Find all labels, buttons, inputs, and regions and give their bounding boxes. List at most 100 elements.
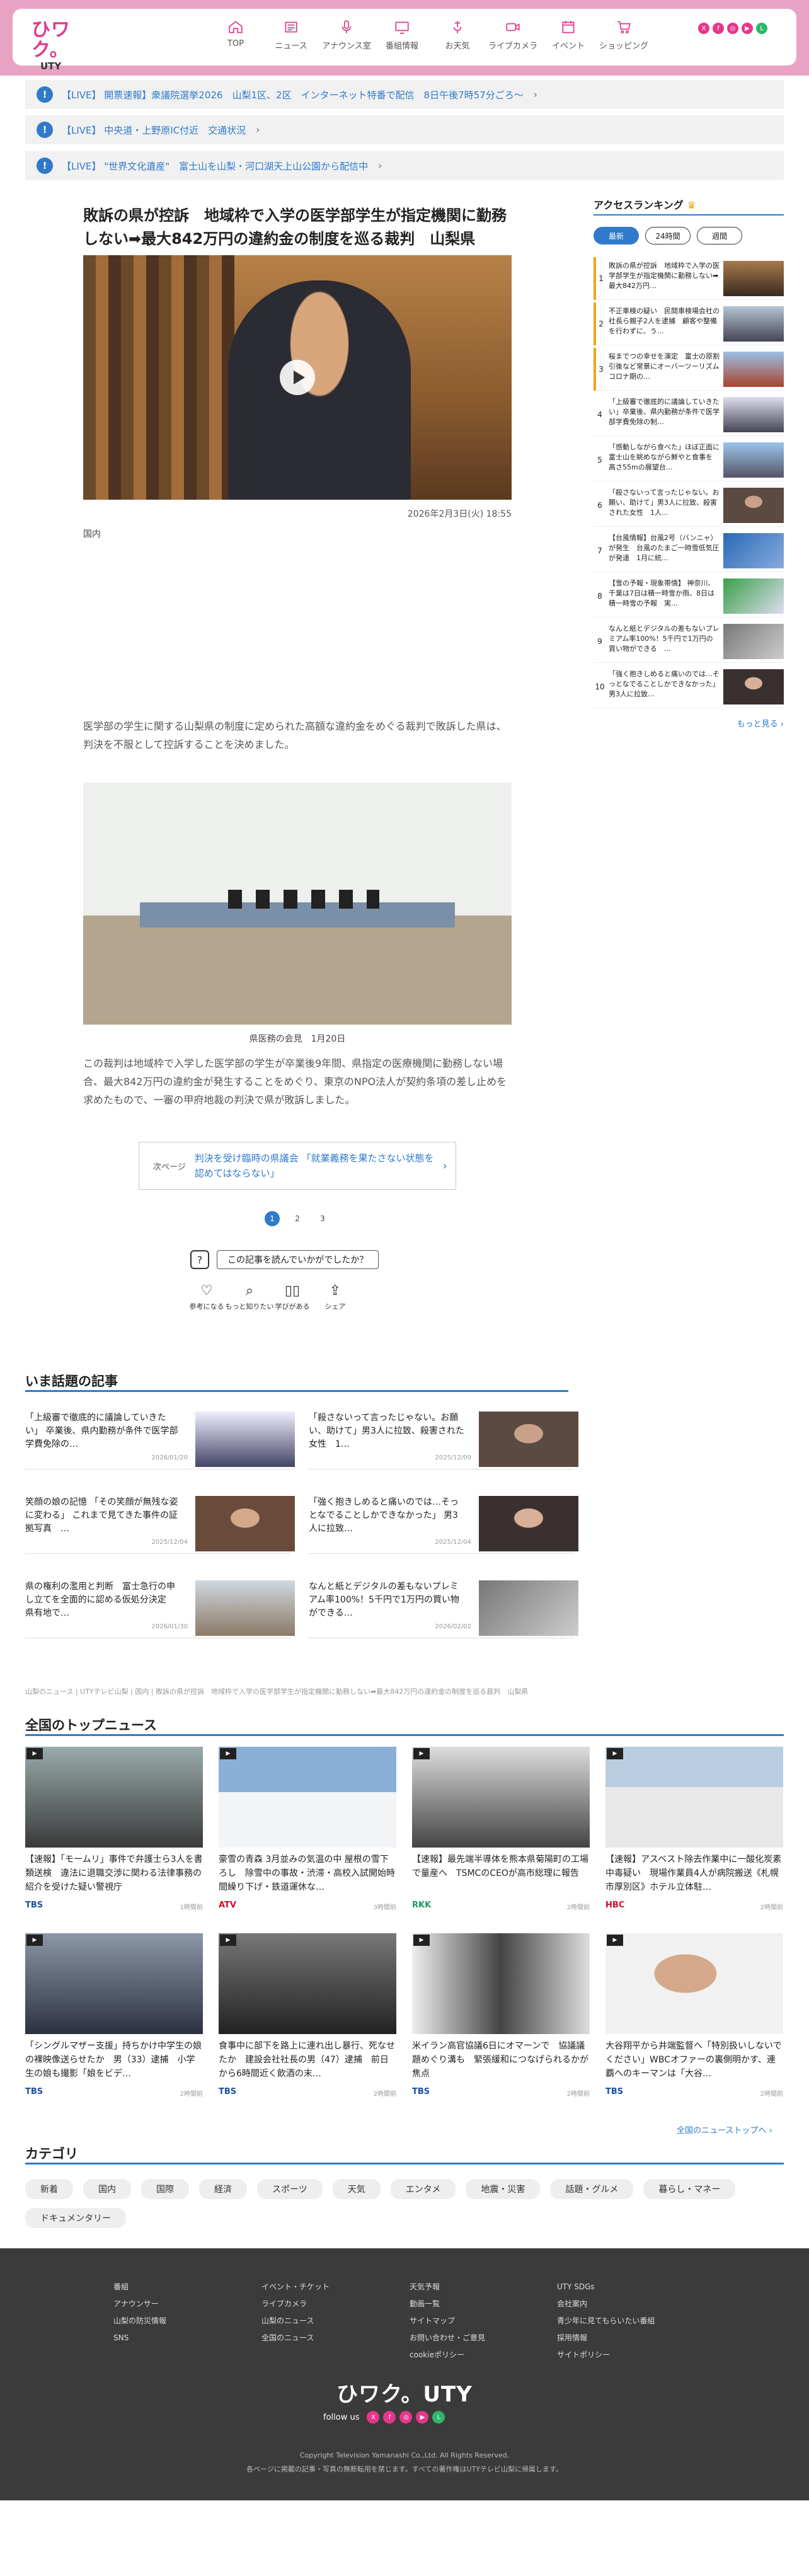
news-card[interactable]: ▶ 豪雪の青森 3月並みの気温の中 屋根の雪下ろし 除雪中の事故・渋滞・高校入試… <box>219 1747 396 1922</box>
instagram-icon[interactable]: ◎ <box>399 2411 413 2424</box>
article-category[interactable]: 国内 <box>83 527 101 540</box>
live-alert-2[interactable]: ! 【LIVE】 中央道・上野原IC付近 交通状況 › <box>25 115 784 144</box>
reaction-more[interactable]: ⌕ もっと知りたい <box>226 1283 274 1311</box>
footer-link[interactable]: 動画一覧 <box>410 2296 485 2313</box>
national-more-link[interactable]: 全国のニューストップへ › <box>677 2124 772 2136</box>
live-alert-3[interactable]: ! 【LIVE】 "世界文化遺産" 富士山を山梨・河口湖天上山公園から配信中 › <box>25 151 784 180</box>
instagram-icon[interactable]: ◎ <box>727 23 738 34</box>
trending-item[interactable]: 笑顔の娘の記憶 「その笑顔が無残な姿に変わる」 これまで見てきた事件の証拠写真 … <box>25 1491 295 1554</box>
ranking-item[interactable]: 6 「殺さないって言ったじゃない。お願い、助けて」男3人に拉致、殺害された女性 1… <box>594 484 784 527</box>
ranking-thumb <box>723 488 784 523</box>
footer-logo[interactable]: ひワク。UTY <box>334 2377 475 2407</box>
footer-link[interactable]: 山梨の防災情報 <box>113 2313 166 2330</box>
nav-weather[interactable]: お天気 <box>430 19 485 55</box>
page-2[interactable]: 2 <box>290 1211 305 1226</box>
footer-link[interactable]: 会社案内 <box>557 2296 655 2313</box>
x-icon[interactable]: X <box>698 23 709 34</box>
ranking-item[interactable]: 2 不正車検の疑い 民間車検場会社の社長ら親子2人を逮捕 顧客や整備を行わずに、う… <box>594 302 784 345</box>
news-card[interactable]: ▶ 米イラン高官協議6日にオマーンで 協議議題めぐり溝も 緊張緩和につなげられる… <box>412 1933 590 2108</box>
footer-link[interactable]: 山梨のニュース <box>261 2313 330 2330</box>
trending-item[interactable]: 「殺さないって言ったじゃない。お願い、助けて」男3人に拉致、殺害された女性 1…… <box>309 1406 578 1469</box>
category-chip[interactable]: スポーツ <box>257 2179 323 2199</box>
nav-events[interactable]: イベント <box>541 19 596 55</box>
category-chip[interactable]: 経済 <box>199 2179 247 2199</box>
play-icon[interactable] <box>280 360 315 395</box>
tab-latest[interactable]: 最新 <box>594 227 639 244</box>
news-card[interactable]: ▶ 大谷翔平から井端監督へ「特別扱いしないでください」WBCオファーの裏側明かす… <box>605 1933 783 2108</box>
next-page-link[interactable]: 次ページ 判決を受け臨時の県議会 「就業義務を果たさない状態を認めてはならない」… <box>139 1142 456 1190</box>
ranking-item[interactable]: 1 敗訴の県が控訴 地域枠で入学の医学部学生が指定機関に勤務しない➡最大842万円… <box>594 257 784 300</box>
footer-link[interactable]: 全国のニュース <box>261 2330 330 2347</box>
category-chip[interactable]: 新着 <box>25 2179 73 2199</box>
footer-link[interactable]: 採用情報 <box>557 2330 655 2347</box>
category-chip[interactable]: 地震・災害 <box>466 2179 541 2199</box>
footer-link[interactable]: お問い合わせ・ご意見 <box>410 2330 485 2347</box>
ranking-item[interactable]: 8 【雪の予報・現象帯情】 神奈川、千葉は7日は積一時雪か雨、8日は積一時雪の予報… <box>594 575 784 618</box>
nav-livecam[interactable]: ライブカメラ <box>485 19 541 55</box>
site-logo[interactable]: ひワク。 UTY <box>32 20 82 72</box>
ranking-item[interactable]: 4 「上級審で徹底的に議論していきたい」卒業後、県内勤務が条件で医学部学費免除の制… <box>594 393 784 436</box>
category-chip[interactable]: 国内 <box>83 2179 131 2199</box>
ranking-thumb <box>723 352 784 387</box>
footer-link[interactable]: アナウンサー <box>113 2296 166 2313</box>
trending-item[interactable]: なんと紙とデジタルの差もないプレミアム率100%！5千円で1万円の買い物ができる… <box>309 1575 578 1638</box>
footer-link[interactable]: イベント・チケット <box>261 2279 330 2296</box>
ranking-title-text: アクセスランキング <box>594 199 684 211</box>
video-icon: ▶ <box>26 1935 43 1946</box>
ranking-item[interactable]: 9 なんと紙とデジタルの差もないプレミアム率100%！5千円で1万円の買い物ができ… <box>594 620 784 663</box>
reaction-share[interactable]: ⇪ シェア <box>319 1283 352 1311</box>
trending-item[interactable]: 「強く抱きしめると痛いのでは…そっとなでることしかできなかった」 男3人に拉致…… <box>309 1491 578 1554</box>
facebook-icon[interactable]: f <box>383 2411 396 2424</box>
ranking-underline <box>594 214 784 216</box>
footer-link[interactable]: 番組 <box>113 2279 166 2296</box>
reaction-helpful[interactable]: ♡ 参考になる <box>190 1283 224 1311</box>
footer-link[interactable]: UTY SDGs <box>557 2279 655 2296</box>
news-card[interactable]: ▶ 【速報】アスベスト除去作業中に一酸化炭素中毒疑い 現場作業員4人が病院搬送《… <box>605 1747 783 1922</box>
nav-programs[interactable]: 番組情報 <box>374 19 430 55</box>
tab-24h[interactable]: 24時間 <box>645 227 691 244</box>
live-alert-1[interactable]: ! 【LIVE】 開票速報】衆議院選挙2026 山梨1区、2区 インターネット特… <box>25 80 784 109</box>
trending-item[interactable]: 県の権利の濫用と判断 富士急行の申し立てを全面的に認める仮処分決定 県有地で… … <box>25 1575 295 1638</box>
footer-link[interactable]: SNS <box>113 2330 166 2347</box>
tab-weekly[interactable]: 週間 <box>697 227 742 244</box>
facebook-icon[interactable]: f <box>713 23 724 34</box>
line-icon[interactable]: L <box>432 2411 445 2424</box>
category-chip[interactable]: エンタメ <box>390 2179 456 2199</box>
article-video[interactable] <box>83 255 512 500</box>
youtube-icon[interactable]: ▶ <box>416 2411 429 2424</box>
ranking-item[interactable]: 3 桜までつの幸せを演定 富士の原割引後など常景にオーバーツーリズム コロナ期の… <box>594 348 784 391</box>
nav-news[interactable]: ニュース <box>263 19 319 55</box>
news-card[interactable]: ▶ 【速報】最先端半導体を熊本県菊陽町の工場で量産へ TSMCのCEOが高市総理… <box>412 1747 590 1922</box>
footer-link[interactable]: 青少年に見てもらいたい番組 <box>557 2313 655 2330</box>
ranking-item[interactable]: 7 【台風情報】台風2号（バンニャ）が発生 台風のたまご一時雪低気圧が発達 1月に… <box>594 529 784 572</box>
footer-link[interactable]: サイトマップ <box>410 2313 485 2330</box>
line-icon[interactable]: L <box>756 23 767 34</box>
ranking-more-link[interactable]: もっと見る › <box>594 717 784 729</box>
footer-link[interactable]: 天気予報 <box>410 2279 485 2296</box>
trending-item[interactable]: 「上級審で徹底的に議論していきたい」 卒業後、県内勤務が条件で医学部学費免除の…… <box>25 1406 295 1469</box>
category-chip[interactable]: 暮らし・マネー <box>643 2179 736 2199</box>
page-1[interactable]: 1 <box>265 1211 280 1226</box>
news-card[interactable]: ▶ 【速報】「モームリ」事件で弁護士ら3人を書類送検 違法に退職交渉に関わる法律… <box>25 1747 203 1922</box>
ranking-item[interactable]: 5 「感動しながら食べた」ほぼ正面に富士山を眺めながら鮮やと食事を 高さ55mの展… <box>594 439 784 481</box>
reaction-learn[interactable]: ▯▯ 学びがある <box>275 1283 310 1311</box>
nav-announcer[interactable]: アナウンス室 <box>319 19 374 55</box>
category-chip[interactable]: 国際 <box>141 2179 189 2199</box>
category-chip[interactable]: 話題・グルメ <box>550 2179 634 2199</box>
footer-link[interactable]: サイトポリシー <box>557 2347 655 2364</box>
youtube-icon[interactable]: ▶ <box>742 23 753 34</box>
footer-link[interactable]: ライブカメラ <box>261 2296 330 2313</box>
page-3[interactable]: 3 <box>315 1211 330 1226</box>
news-card[interactable]: ▶ 食事中に部下を路上に連れ出し暴行、死なせたか 建設会社社長の男（47）逮捕 … <box>219 1933 396 2108</box>
category-chip[interactable]: 天気 <box>332 2179 381 2199</box>
x-icon[interactable]: X <box>367 2411 380 2424</box>
news-card[interactable]: ▶ 「シングルマザー支援」持ちかけ中学生の娘の裸映像送らせたか 男（33）逮捕 … <box>25 1933 203 2108</box>
breadcrumb[interactable]: 山梨のニュース | UTYテレビ山梨 | 国内 | 敗訴の県が控訴 地域枠で入学… <box>25 1686 655 1696</box>
footer-link[interactable]: cookieポリシー <box>410 2347 485 2364</box>
nav-top[interactable]: TOP <box>208 19 263 55</box>
nav-shopping[interactable]: ショッピング <box>596 19 651 55</box>
ranking-number: 10 <box>595 682 605 691</box>
category-chip[interactable]: ドキュメンタリー <box>25 2208 126 2228</box>
ranking-item[interactable]: 10 「強く抱きしめると痛いのでは…そっとなでることしかできなかった」男3人に拉致… <box>594 665 784 708</box>
trending-item-date: 2025/12/09 <box>435 1454 471 1461</box>
